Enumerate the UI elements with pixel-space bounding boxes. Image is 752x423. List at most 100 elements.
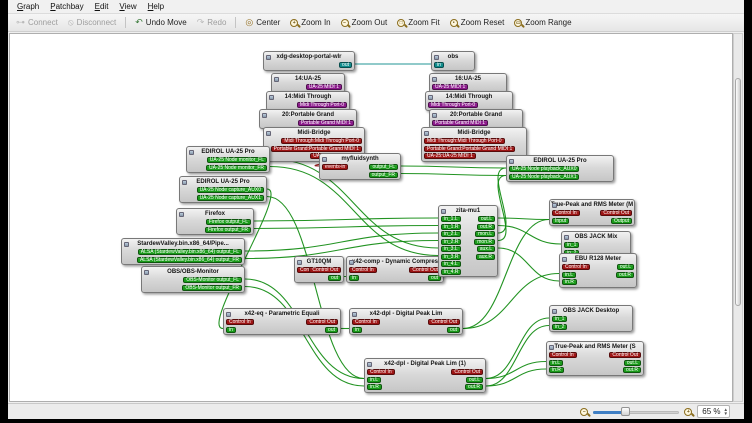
graph-node-pg_R[interactable]: 20:Portable GrandPortable Grand MIDI 1 [429,109,523,129]
output-port-output_FR[interactable]: output_FR [369,172,398,178]
input-port-in.R[interactable]: in.R [562,279,577,285]
output-port-ALSA (StardewValley.bin.x86_64) output_FL[interactable]: ALSA (StardewValley.bin.x86_64) output_F… [138,249,242,255]
zoom-spinbox[interactable]: 65 % ▲ ▼ [697,405,730,418]
graph-node-pg_L[interactable]: 20:Portable GrandPortable Grand MIDI 1 [259,109,357,129]
output-port-aux.R[interactable]: aux.R [476,254,495,260]
input-port-Control In[interactable]: Control In [367,369,395,375]
output-port-out[interactable]: out [328,275,341,281]
menu-help[interactable]: Help [143,1,169,12]
input-port-UA-25 MIDI 1[interactable]: UA-25 MIDI 1 [432,84,468,90]
graph-node-x42eq[interactable]: x42-eq - Parametric EqualiControl IninCo… [223,308,341,335]
menu-graph[interactable]: Graph [12,1,44,12]
menu-view[interactable]: View [114,1,141,12]
graph-node-ed_cap[interactable]: EDIROL UA-25 ProUA-25 Node capture_AUX0U… [179,176,267,203]
redo-button[interactable]: ↷ Redo [192,16,232,29]
wire-zitamu1:4-ebur:2[interactable] [498,248,559,281]
output-port-Firefox output_FL[interactable]: Firefox output_FL [206,219,251,225]
input-port-in.R[interactable]: in.R [549,367,564,373]
zoom-reset-button[interactable]: • Zoom Reset [445,16,510,29]
output-port-output_FL[interactable]: output_FL [369,164,398,170]
input-port-in[interactable]: in [352,327,362,333]
output-port-aux.L[interactable]: aux.L [477,246,495,252]
graph-node-tpM[interactable]: True-Peak and RMS Meter (MControl InInpu… [549,199,635,226]
output-port-Control Out[interactable]: Control Out [409,267,441,273]
wire-shadow:0-zitamu1:2[interactable] [245,233,438,251]
input-port-events-in[interactable]: events-in [322,164,348,170]
input-port-in.R[interactable]: in.R [367,384,382,390]
output-port-Midi Through:Midi Through Port-0[interactable]: Midi Through:Midi Through Port-0 [281,138,362,144]
zoom-in-button[interactable]: + Zoom In [285,16,335,29]
input-port-in.L[interactable]: in.L [562,272,576,278]
output-port-out[interactable]: out [325,327,338,333]
vertical-scrollbar[interactable] [733,33,743,402]
input-port-UA-25 Node playback_AUX0[interactable]: UA-25 Node playback_AUX0 [509,166,579,172]
zoom-fit-button[interactable]: □ Zoom Fit [392,16,445,29]
input-port-Midi Through:Midi Through Port-0[interactable]: Midi Through:Midi Through Port-0 [424,138,505,144]
graph-node-x42dpl1[interactable]: x42-dpl - Digital Peak LimControl IninCo… [349,308,463,335]
output-port-Control Out[interactable]: Control Out [309,267,341,273]
input-port-in_1.L[interactable]: in_1.L [441,216,461,222]
output-port-Control Out[interactable]: Control Out [428,319,460,325]
output-port-mon.L[interactable]: mon.L [475,231,495,237]
output-port-out.R[interactable]: out.R [465,384,483,390]
input-port-in_4.L[interactable]: in_4.L [441,261,461,267]
output-port-ALSA (StardewValley.bin.x86_64) output_FR[interactable]: ALSA (StardewValley.bin.x86_64) output_F… [137,257,242,263]
patchbay-canvas[interactable]: xdg-desktop-portal-wlroutobsin14:UA-25UA… [9,33,733,402]
input-port-UA-25 Node playback_AUX1[interactable]: UA-25 Node playback_AUX1 [509,174,579,180]
input-port-in[interactable]: in [434,62,444,68]
graph-node-mt_R[interactable]: 14:Midi ThroughMidi Through Port-0 [425,91,513,111]
input-port-in.L[interactable]: in.L [367,377,381,383]
input-port-in[interactable]: in [226,327,236,333]
wire-fluid:0-ed_play:0[interactable] [401,166,506,168]
zoom-range-button[interactable]: ▭ Zoom Range [509,16,576,29]
output-port-Midi Through Port-0[interactable]: Midi Through Port-0 [297,102,347,108]
output-port-UA-25 Node capture_AUX1[interactable]: UA-25 Node capture_AUX1 [197,195,264,201]
vertical-scrollbar-thumb[interactable] [735,78,741,306]
menu-patchbay[interactable]: Patchbay [45,1,88,12]
output-port-out.R[interactable]: out.R [616,272,634,278]
zoom-out-button[interactable]: − Zoom Out [336,16,393,29]
graph-node-x42comp[interactable]: x42-comp - Dynamic CompresControl IninCo… [346,256,444,283]
graph-node-ebur[interactable]: EBU R128 MeterControl Inin.Lin.Rout.Lout… [559,253,637,288]
zoom-in-slider-icon[interactable]: + [684,408,692,416]
input-port-in_2[interactable]: in_2 [552,324,567,330]
graph-node-firefox[interactable]: FirefoxFirefox output_FLFirefox output_F… [176,208,254,235]
zoom-out-slider-icon[interactable]: − [580,408,588,416]
output-port-out[interactable]: out [447,327,460,333]
zoom-slider[interactable] [593,407,679,417]
output-port-OBS-Monitor output_FL[interactable]: OBS-Monitor output_FL [183,277,242,283]
graph-node-shadow[interactable]: StardewValley.bin.x86_64/Pipe...ALSA (St… [121,238,245,265]
graph-node-ua25_R[interactable]: 16:UA-25UA-25 MIDI 1 [429,73,507,93]
graph-node-x42dpl2[interactable]: x42-dpl - Digital Peak Lim (1)Control In… [364,358,486,393]
output-port-Control Out[interactable]: Control Out [609,352,641,358]
input-port-in[interactable]: in [349,275,359,281]
zoom-slider-handle[interactable] [621,407,630,416]
input-port-in.L[interactable]: in.L [549,360,563,366]
output-port-out.L[interactable]: out.L [617,264,634,270]
wire-firefox:1-zitamu1:1[interactable] [254,226,438,229]
output-port-out.L[interactable]: out.L [466,377,483,383]
input-port-in_1.R[interactable]: in_1.R [441,224,461,230]
output-port-OBS-Monitor output_FR[interactable]: OBS-Monitor output_FR [182,285,242,291]
graph-node-gt10qm[interactable]: GT10QMControl InControl Outout [294,256,344,283]
center-button[interactable]: ◎ Center [240,16,285,29]
output-port-Portable Grand MIDI 1[interactable]: Portable Grand MIDI 1 [298,120,354,126]
output-port-UA-25 Node capture_AUX0[interactable]: UA-25 Node capture_AUX0 [197,187,264,193]
output-port-out.R[interactable]: out.R [477,224,495,230]
output-port-out[interactable]: out [339,62,352,68]
output-port-Output[interactable]: Output [611,218,632,224]
graph-node-obsmon[interactable]: OBS/OBS-MonitorOBS-Monitor output_FLOBS-… [141,266,245,293]
input-port-in_1[interactable]: in_1 [564,242,579,248]
output-port-UA-25 Node monitor_FL[interactable]: UA-25 Node monitor_FL [207,157,267,163]
graph-node-zitamu1[interactable]: zita-mu1in_1.Lin_1.Rin_2.Lin_2.Rin_3.Lin… [438,205,498,277]
zoom-spinbox-steppers[interactable]: ▲ ▼ [724,408,728,415]
output-port-UA-25 MIDI 1[interactable]: UA-25 MIDI 1 [306,84,342,90]
output-port-UA-25 Node monitor_FR[interactable]: UA-25 Node monitor_FR [206,165,267,171]
input-port-Control In[interactable]: Control In [552,210,580,216]
output-port-out.R[interactable]: out.R [623,367,641,373]
disconnect-button[interactable]: ⦸ Disconnect [63,16,121,29]
wire-fluid:1-ed_play:1[interactable] [401,174,506,176]
input-port-in_1[interactable]: in_1 [552,316,567,322]
input-port-Input[interactable]: Input [552,218,569,224]
input-port-Control In[interactable]: Control In [349,267,377,273]
